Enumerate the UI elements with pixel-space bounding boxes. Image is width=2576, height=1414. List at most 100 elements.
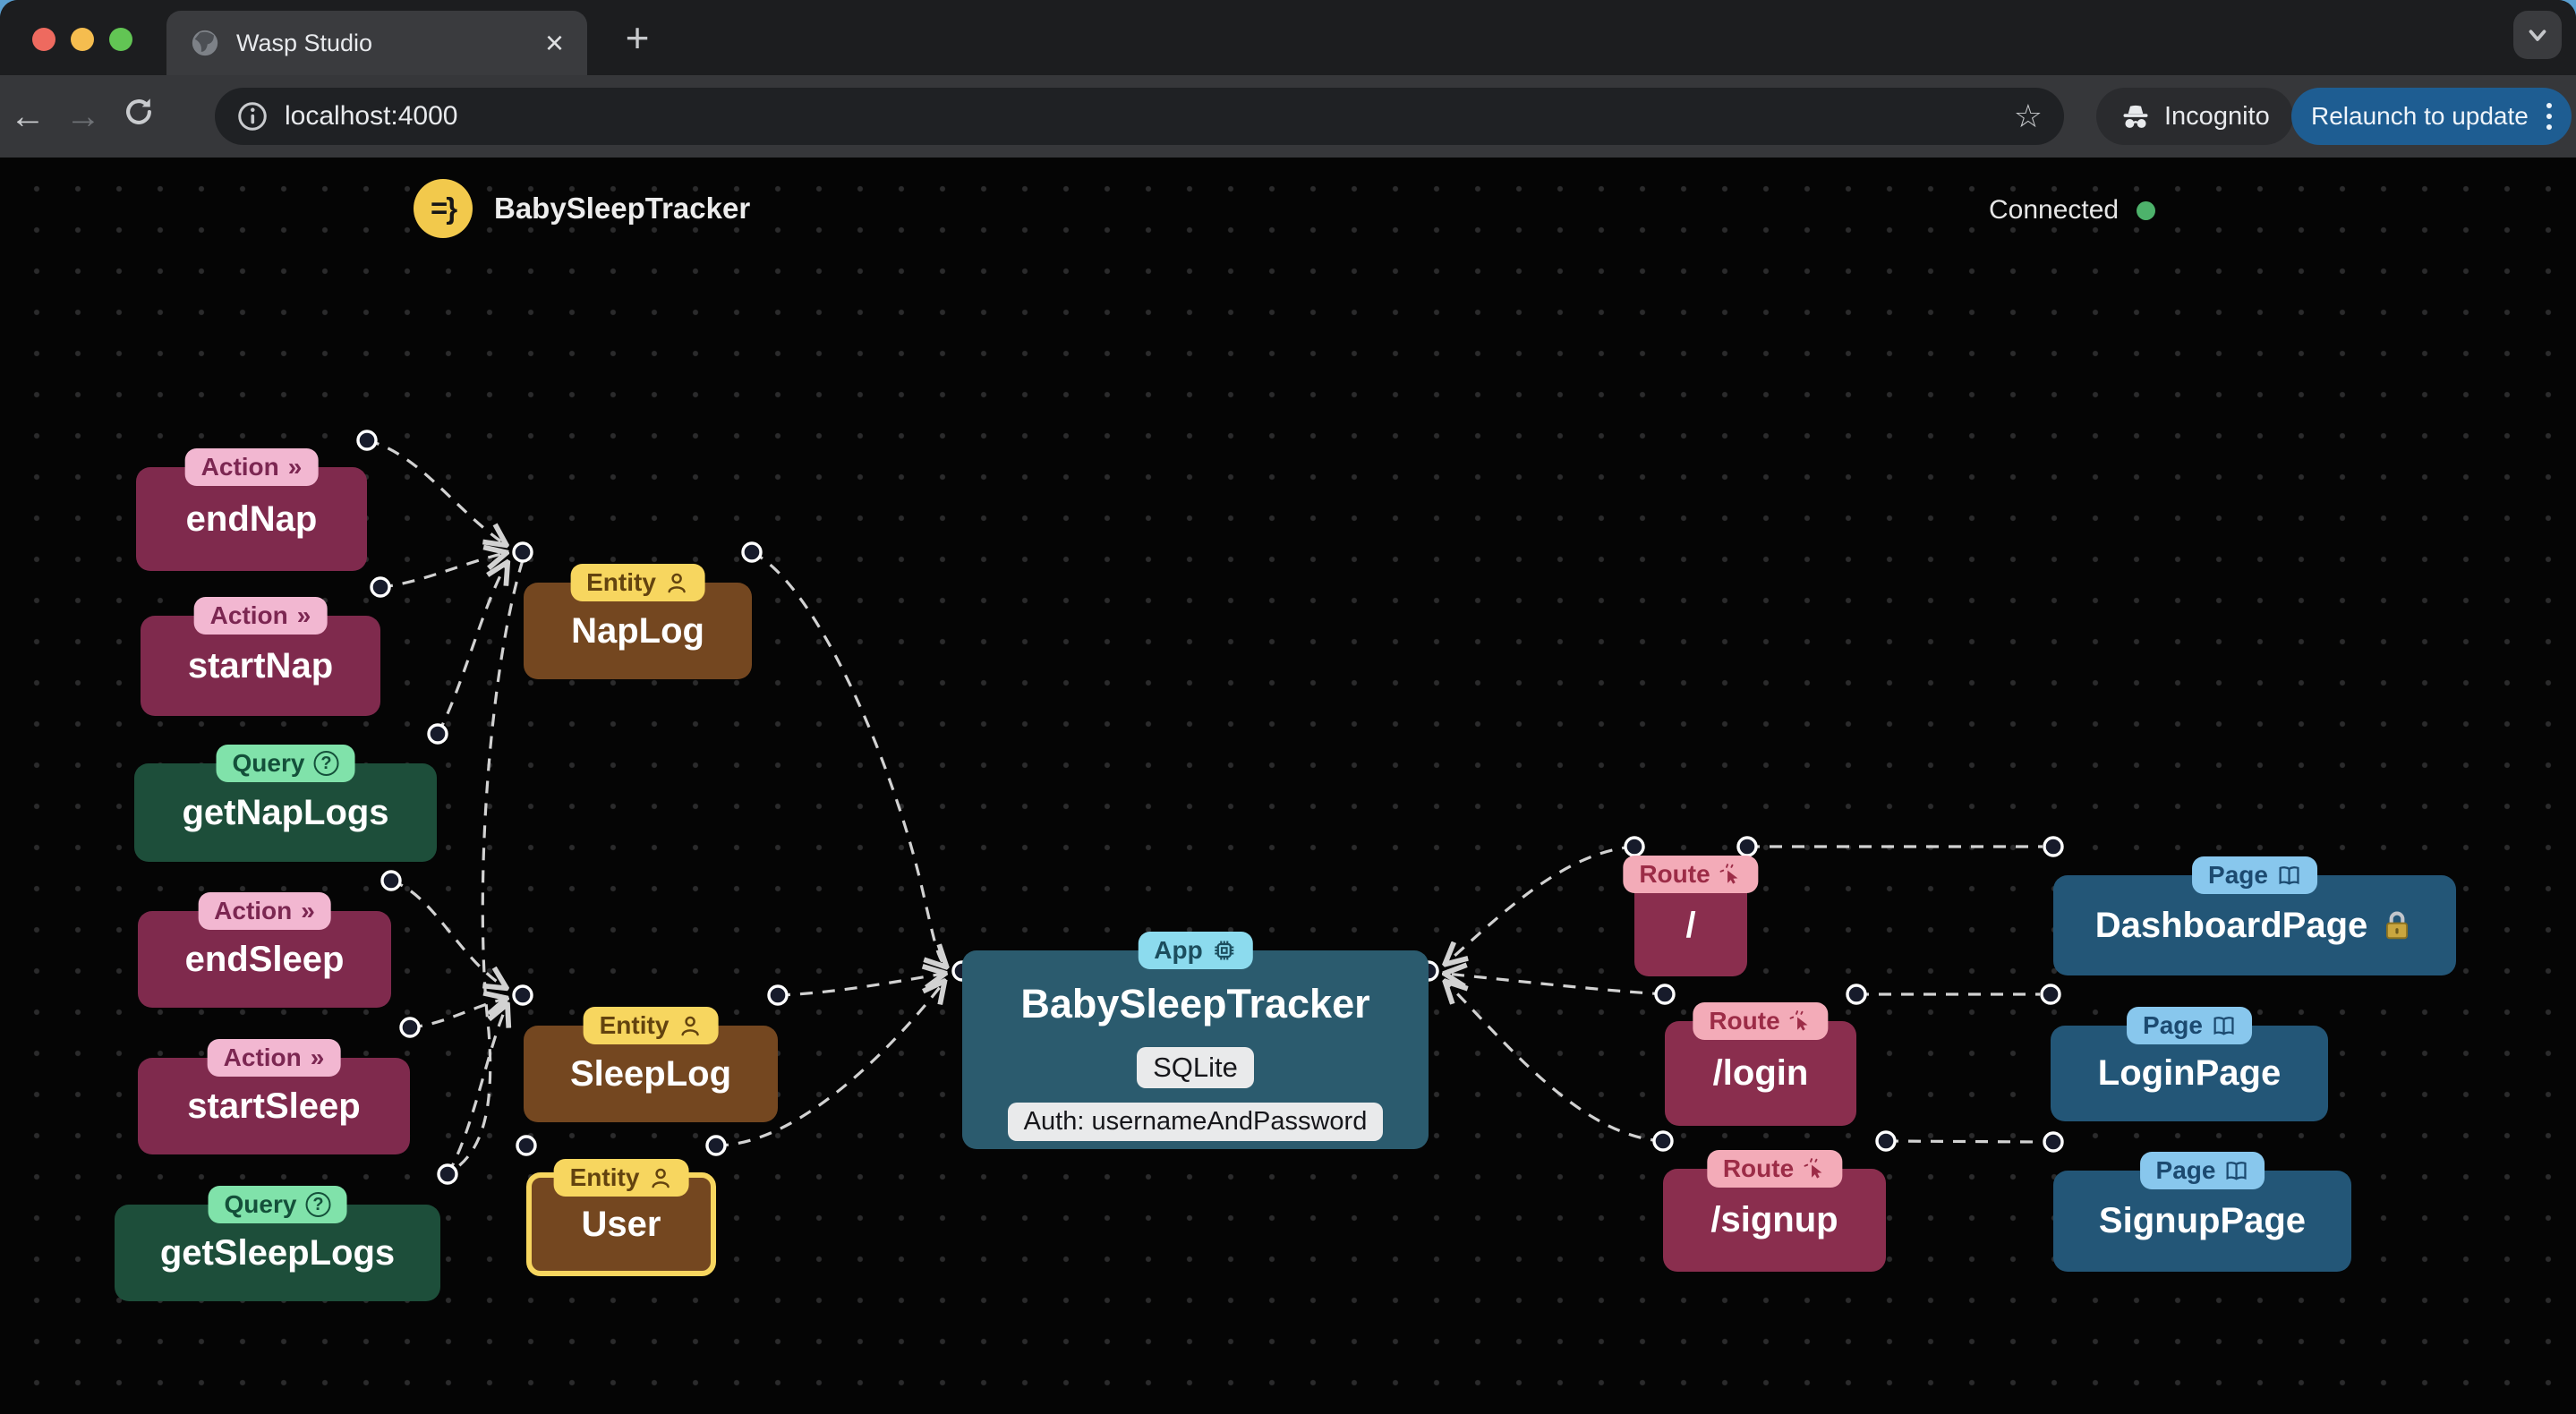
node-getNapLogs[interactable]: Query? getNapLogs <box>134 745 437 862</box>
node-label: SignupPage <box>2098 1201 2307 1240</box>
action-badge: Action» <box>184 448 319 486</box>
handle[interactable] <box>2043 836 2064 857</box>
handle[interactable] <box>427 723 448 745</box>
browser-toolbar: ← → localhost:4000 ☆ Incognito Relaunch … <box>0 75 2576 158</box>
edge-routeSignup-app <box>1446 983 1664 1143</box>
node-label: User <box>581 1204 661 1244</box>
edge-sleepLog-app <box>777 974 943 997</box>
action-badge: Action» <box>193 597 328 635</box>
status-dot <box>2137 200 2156 220</box>
tab-search-button[interactable] <box>2513 11 2562 59</box>
site-info-icon[interactable] <box>236 100 269 132</box>
handle[interactable] <box>1652 1130 1674 1152</box>
action-badge: Action» <box>198 892 331 930</box>
action-chevrons-icon: » <box>296 601 311 629</box>
entity-badge: Entity <box>553 1159 689 1197</box>
bookmark-star-icon[interactable]: ☆ <box>2014 98 2043 135</box>
query-badge: Query? <box>208 1186 347 1223</box>
handle[interactable] <box>437 1163 458 1185</box>
kebab-menu-icon[interactable] <box>2546 103 2552 130</box>
handle[interactable] <box>767 984 789 1006</box>
node-endSleep[interactable]: Action» endSleep <box>138 892 391 1008</box>
node-app-BabySleepTracker[interactable]: App BabySleepTracker SQLite Auth: userna… <box>962 932 1429 1149</box>
node-label: endNap <box>185 498 318 539</box>
incognito-label: Incognito <box>2164 101 2270 131</box>
handle[interactable] <box>512 541 533 563</box>
node-route-signup[interactable]: Route /signup <box>1663 1150 1886 1272</box>
handle[interactable] <box>1654 984 1676 1005</box>
auth-badge: Auth: usernameAndPassword <box>1007 1103 1384 1141</box>
forward-button[interactable]: → <box>55 97 111 137</box>
node-route-root[interactable]: Route / <box>1623 856 1759 976</box>
new-tab-button[interactable]: + <box>616 14 659 61</box>
handle[interactable] <box>399 1017 421 1038</box>
person-icon <box>681 1016 699 1035</box>
handle[interactable] <box>741 541 763 563</box>
handle[interactable] <box>1624 836 1645 857</box>
close-window-button[interactable] <box>32 28 55 51</box>
node-LoginPage[interactable]: Page LoginPage <box>2051 1007 2328 1121</box>
route-badge: Route <box>1623 856 1759 893</box>
edge-startSleep-sleepLog <box>409 999 505 1029</box>
studio-header: =} BabySleepTracker Connected <box>0 179 2576 243</box>
entity-badge: Entity <box>583 1007 719 1044</box>
handle[interactable] <box>1846 984 1867 1005</box>
address-bar[interactable]: localhost:4000 ☆ <box>215 88 2064 145</box>
tab-title: Wasp Studio <box>236 29 373 56</box>
edge-endNap-napLog <box>366 439 505 544</box>
chip-icon <box>1215 941 1234 960</box>
node-DashboardPage[interactable]: Page DashboardPage <box>2053 856 2456 975</box>
zoom-window-button[interactable] <box>109 28 132 51</box>
handle[interactable] <box>705 1135 727 1156</box>
node-label: NapLog <box>571 610 704 651</box>
action-chevrons-icon: » <box>287 453 303 481</box>
handle[interactable] <box>2040 984 2061 1005</box>
node-route-login[interactable]: Route /login <box>1665 1002 1856 1126</box>
browser-tab[interactable]: Wasp Studio × <box>166 11 587 75</box>
handle[interactable] <box>2043 1131 2064 1153</box>
node-NapLog[interactable]: Entity NapLog <box>524 564 752 679</box>
relaunch-label: Relaunch to update <box>2311 102 2529 130</box>
cursor-click-icon <box>1804 1158 1822 1179</box>
wasp-logo: =} <box>414 179 473 238</box>
browser-window: Wasp Studio × + ← → localhost:4000 ☆ Inc… <box>0 0 2576 1414</box>
node-label: SleepLog <box>569 1053 732 1094</box>
url-text[interactable]: localhost:4000 <box>285 101 2014 132</box>
handle[interactable] <box>370 576 391 598</box>
node-label: LoginPage <box>2097 1053 2282 1093</box>
incognito-icon <box>2123 105 2148 128</box>
handle[interactable] <box>380 870 402 891</box>
node-label: DashboardPage <box>2094 905 2368 945</box>
action-chevrons-icon: » <box>301 897 315 924</box>
node-getSleepLogs[interactable]: Query? getSleepLogs <box>115 1186 440 1301</box>
relaunch-to-update-button[interactable]: Relaunch to update <box>2291 88 2572 145</box>
node-SignupPage[interactable]: Page SignupPage <box>2053 1152 2351 1272</box>
handle[interactable] <box>1736 836 1758 857</box>
back-button[interactable]: ← <box>0 97 55 137</box>
cursor-click-icon <box>1789 1010 1808 1031</box>
minimize-window-button[interactable] <box>71 28 94 51</box>
wasp-studio-canvas[interactable]: =} BabySleepTracker Connected Action » e… <box>0 158 2576 1414</box>
handle[interactable] <box>356 430 378 451</box>
node-SleepLog[interactable]: Entity SleepLog <box>524 1007 778 1122</box>
node-startNap[interactable]: Action» startNap <box>141 597 380 716</box>
handle[interactable] <box>516 1135 537 1156</box>
route-badge: Route <box>1706 1150 1843 1188</box>
edge-routeSignup-signupPage <box>1885 1139 2043 1144</box>
globe-favicon-icon <box>192 30 218 56</box>
node-User[interactable]: Entity User <box>526 1159 716 1276</box>
reload-button[interactable] <box>111 95 166 138</box>
node-endNap[interactable]: Action» endNap <box>136 448 367 571</box>
app-node-title: BabySleepTracker <box>1020 981 1370 1026</box>
node-startSleep[interactable]: Action» startSleep <box>138 1039 410 1154</box>
traffic-lights <box>32 28 132 51</box>
handle[interactable] <box>1875 1130 1897 1152</box>
edge-endSleep-sleepLog <box>390 879 505 987</box>
query-badge: Query? <box>216 745 355 782</box>
node-label: getNapLogs <box>182 792 389 832</box>
handle[interactable] <box>512 984 533 1006</box>
edge-napLog-app <box>751 550 945 966</box>
close-tab-icon[interactable]: × <box>545 27 564 59</box>
edge-startNap-napLog <box>380 553 505 589</box>
question-icon: ? <box>313 751 339 776</box>
